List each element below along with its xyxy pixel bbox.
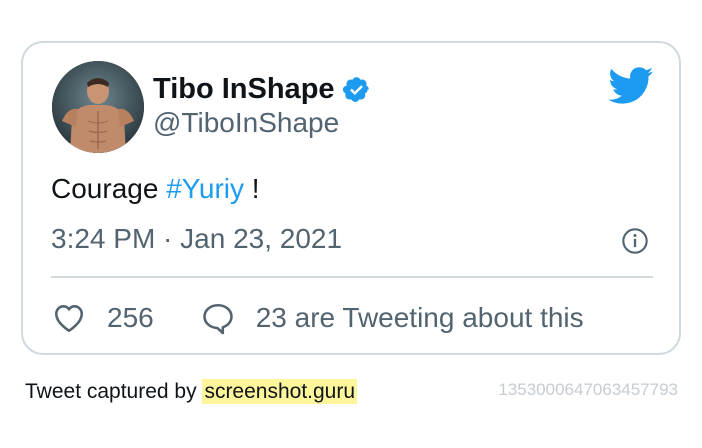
author-row: Tibo InShape <box>153 73 371 106</box>
tweet-card: Tibo InShape @TiboInShape Courage #Yuriy… <box>21 41 681 355</box>
reply-icon[interactable] <box>200 300 236 336</box>
tweeting-about-link[interactable]: 23 are Tweeting about this <box>256 302 584 334</box>
author-name[interactable]: Tibo InShape <box>153 73 335 106</box>
like-count: 256 <box>107 302 154 333</box>
twitter-bird-icon[interactable] <box>608 67 654 105</box>
avatar[interactable] <box>52 61 144 153</box>
captured-prefix: Tweet captured by <box>25 380 203 403</box>
tweet-text-plain: Courage <box>51 173 167 204</box>
tweet-text: Courage #Yuriy ! <box>51 173 260 205</box>
tweet-text-after: ! <box>244 173 260 204</box>
verified-badge-icon <box>342 77 369 102</box>
screenshot-guru-link[interactable]: screenshot.guru <box>202 379 358 404</box>
hashtag-link[interactable]: #Yuriy <box>166 173 244 204</box>
tweet-id: 1353000647063457793 <box>498 380 678 399</box>
tweet-timestamp[interactable]: 3:24 PM · Jan 23, 2021 <box>51 223 342 255</box>
info-icon[interactable] <box>621 227 649 255</box>
heart-icon[interactable] <box>51 300 87 336</box>
captured-by-text: Tweet captured by screenshot.guru <box>25 379 358 404</box>
divider <box>51 276 653 278</box>
tweet-actions: 256 23 are Tweeting about this <box>51 298 584 338</box>
author-handle[interactable]: @TiboInShape <box>153 107 339 139</box>
